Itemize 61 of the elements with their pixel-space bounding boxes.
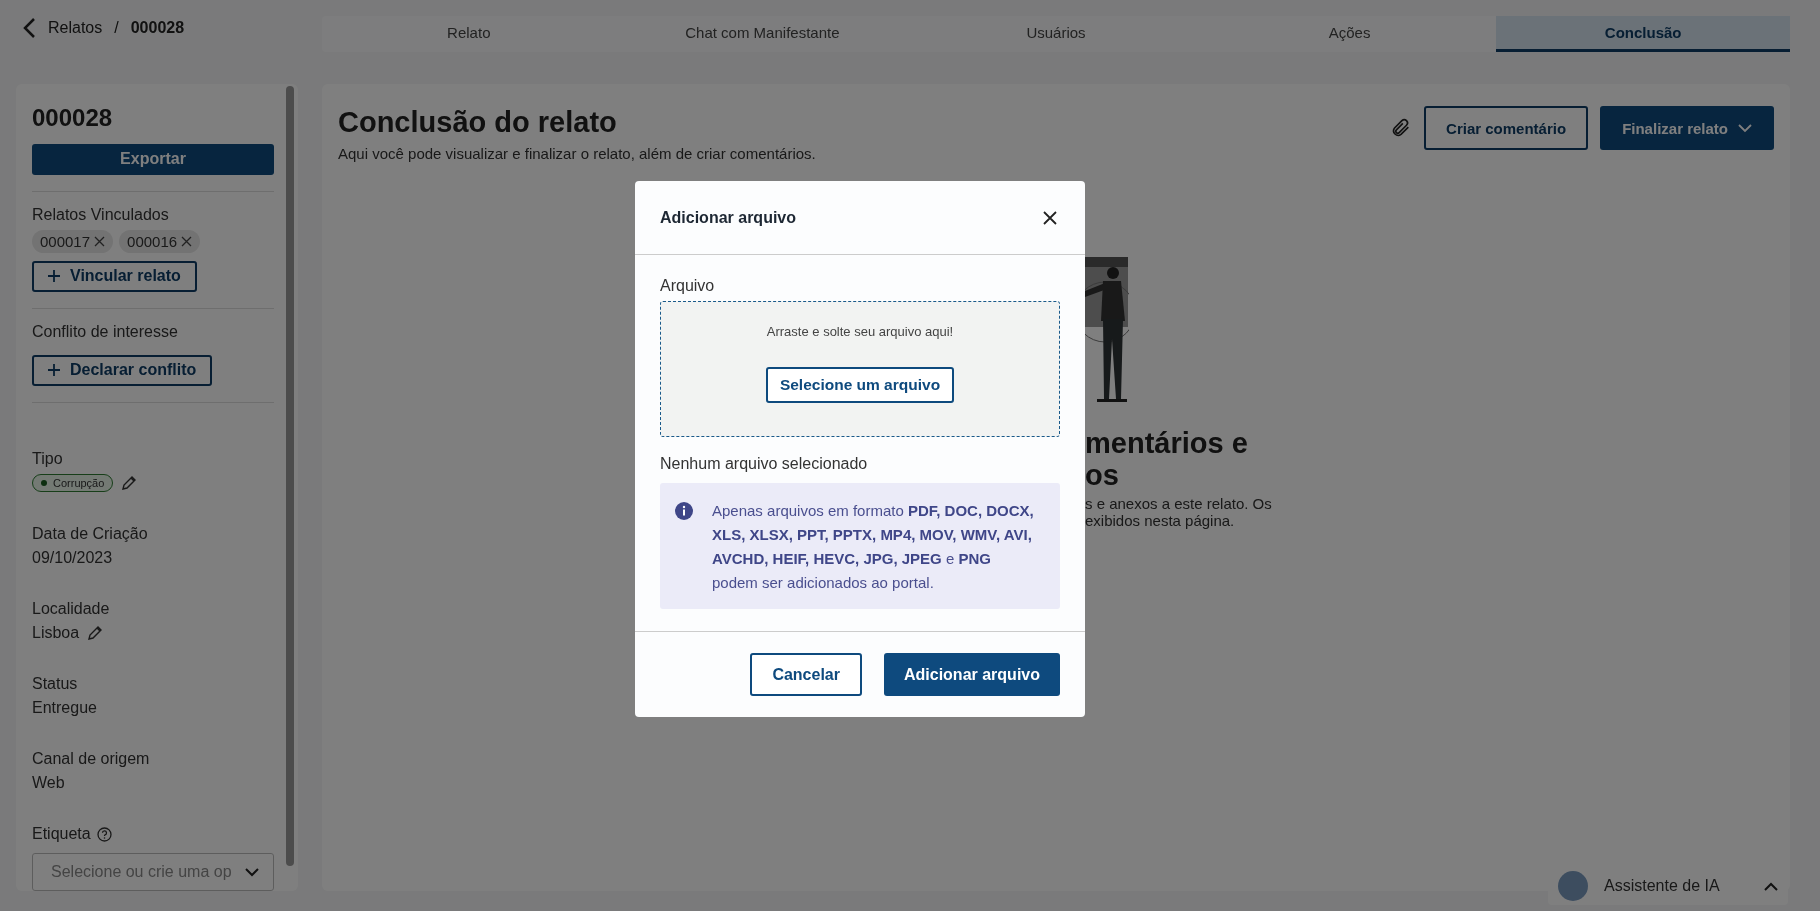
- report-id: 000028: [32, 104, 114, 132]
- page-subtitle: Aqui você pode visualizar e finalizar o relato, além de criar comentários.: [338, 145, 816, 162]
- field-value: Web: [32, 774, 65, 792]
- drop-zone[interactable]: Arraste e solte seu arquivo aqui! Selecione um arquivo: [660, 301, 1060, 437]
- link-report-button[interactable]: Vincular relato: [32, 260, 197, 292]
- tab[interactable]: Conclusão: [1496, 16, 1790, 52]
- empty-state-text: s e anexos a este relato. Os: [1085, 495, 1273, 512]
- tab[interactable]: Chat com Manifestante: [615, 16, 910, 52]
- field-label: Canal de origem: [32, 750, 151, 768]
- export-button[interactable]: Exportar: [32, 144, 274, 175]
- cancel-button[interactable]: Cancelar: [750, 653, 862, 696]
- chevron-down-icon: [1738, 123, 1752, 133]
- field-label: Etiqueta: [32, 825, 91, 843]
- chevron-icon[interactable]: [1764, 881, 1778, 891]
- dialog-title: Adicionar arquivo: [660, 208, 797, 227]
- info-icon: [674, 501, 694, 521]
- page-title: Conclusão do relato: [338, 106, 618, 139]
- file-status: Nenhum arquivo selecionado: [660, 455, 869, 473]
- field-label: Localidade: [32, 600, 111, 618]
- breadcrumb-link[interactable]: Relatos: [48, 19, 103, 37]
- close-icon[interactable]: [181, 235, 193, 247]
- breadcrumb-separator: /: [114, 19, 119, 37]
- drop-hint: Arraste e solte seu arquivo aqui!: [766, 324, 954, 339]
- tag-select[interactable]: Selecione ou crie uma op: [32, 853, 274, 891]
- add-file-button[interactable]: Adicionar arquivo: [883, 653, 1060, 696]
- field-label: Status: [32, 675, 79, 693]
- help-icon[interactable]: [96, 826, 112, 842]
- pencil-icon[interactable]: [121, 475, 138, 491]
- create-comment-button[interactable]: Criar comentário: [1424, 106, 1589, 150]
- field-label: Tipo: [32, 450, 64, 468]
- finalize-button[interactable]: Finalizar relato: [1600, 106, 1774, 150]
- field-value: Entregue: [32, 699, 97, 717]
- breadcrumb-current: 000028: [130, 19, 185, 37]
- chevron-down-icon: [245, 867, 259, 877]
- plus-icon: [48, 364, 60, 377]
- linked-chip[interactable]: 000017: [32, 229, 114, 253]
- select-file-button[interactable]: Selecione um arquivo: [765, 367, 955, 403]
- tab[interactable]: Ações: [1202, 16, 1497, 52]
- declare-conflict-button[interactable]: Declarar conflito: [32, 354, 213, 387]
- field-value: Lisboa: [32, 624, 80, 642]
- field-label: Relatos Vinculados: [32, 205, 170, 224]
- tab[interactable]: Relato: [322, 16, 616, 52]
- pencil-icon[interactable]: [87, 625, 104, 641]
- plus-icon: [48, 270, 60, 283]
- empty-state-title: os: [1085, 459, 1120, 491]
- info-text: Apenas arquivos em formato PDF, DOC, DOCX, XLS, XLSX, PPT, PPTX, MP4, MOV, WMV, AVI, AVCHD, HEIF, HEVC, JPG, JPEG e PNG podem ser adicionados ao portal.: [712, 501, 1035, 593]
- field-label: Conflito de interesse: [32, 322, 179, 341]
- tab[interactable]: Usuários: [909, 16, 1203, 52]
- back-button[interactable]: [22, 17, 36, 39]
- close-icon[interactable]: [94, 235, 106, 247]
- empty-state-title: mentários e: [1085, 427, 1249, 459]
- assistant-label: Assistente de IA: [1604, 877, 1721, 895]
- linked-chip[interactable]: 000016: [119, 229, 201, 253]
- avatar: [1558, 871, 1588, 901]
- type-tag: Corrupção: [32, 474, 114, 492]
- close-button[interactable]: [1043, 210, 1057, 225]
- scrollbar[interactable]: [286, 86, 294, 866]
- field-value: 09/10/2023: [32, 549, 113, 567]
- empty-state-text: exibidos nesta página.: [1085, 512, 1236, 529]
- field-label: Arquivo: [660, 277, 716, 295]
- field-label: Data de Criação: [32, 525, 149, 543]
